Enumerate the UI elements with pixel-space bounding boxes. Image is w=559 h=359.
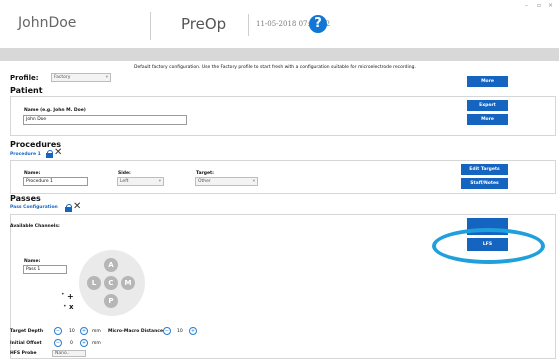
close-icon[interactable]: ✕: [73, 202, 81, 212]
pass-name-input[interactable]: Pass 1: [23, 265, 67, 274]
plus-icon[interactable]: +: [80, 327, 88, 335]
patient-more-button[interactable]: More: [467, 114, 508, 125]
minimize-button[interactable]: –: [525, 2, 528, 9]
micro-macro-label: Micro-Macro Distance: [108, 329, 163, 334]
target-value: Other: [198, 179, 211, 184]
mode-title: PreOp: [181, 15, 227, 33]
side-select[interactable]: Left ▾: [117, 177, 164, 186]
passes-title: Passes: [10, 194, 41, 203]
probe-select[interactable]: Nano..: [52, 350, 86, 357]
initial-offset-value: 0: [70, 341, 73, 346]
close-icon[interactable]: ✕: [54, 148, 62, 158]
chevron-down-icon: ▾: [158, 179, 161, 184]
dot-marker: •: [63, 303, 67, 310]
plus-icon[interactable]: +: [80, 339, 88, 347]
header-bar: [0, 48, 559, 61]
target-depth-label: Target Depth: [10, 329, 44, 334]
help-icon[interactable]: ?: [309, 15, 327, 33]
user-name: JohnDoe: [18, 15, 77, 31]
header-divider: [150, 12, 151, 40]
dot-marker: •: [61, 291, 65, 298]
channel-p-button[interactable]: P: [104, 294, 118, 308]
x-icon[interactable]: x: [69, 303, 74, 311]
patient-name-label: Name (e.g. John M. Doe): [24, 108, 86, 113]
close-button[interactable]: ×: [548, 2, 553, 9]
channel-c-button[interactable]: C: [104, 276, 118, 290]
maximize-button[interactable]: ▫: [537, 2, 541, 9]
channel-l-button[interactable]: L: [87, 276, 101, 290]
side-value: Left: [120, 179, 129, 184]
initial-offset-label: Initial Offset: [10, 341, 42, 346]
edit-targets-button[interactable]: Edit Targets: [461, 164, 508, 175]
profile-label: Profile:: [10, 74, 39, 82]
available-channels-label: Available Channels:: [10, 224, 60, 229]
channel-a-button[interactable]: A: [104, 258, 118, 272]
pass-name-label: Name:: [24, 259, 41, 264]
minus-icon[interactable]: −: [163, 327, 171, 335]
procedure-tab[interactable]: Procedure 1: [10, 152, 41, 157]
chevron-down-icon: ▾: [105, 75, 108, 80]
lock-icon[interactable]: [46, 150, 53, 158]
target-depth-unit: mm: [92, 329, 101, 334]
profile-description: Default factory configuration. Use the F…: [134, 65, 416, 70]
patient-name-input[interactable]: John Doe: [23, 115, 187, 125]
header-divider-2: [248, 14, 249, 36]
pass-config-tab[interactable]: Pass Configuration: [10, 205, 58, 210]
probe-label: HFS Probe: [10, 351, 37, 356]
patient-title: Patient: [10, 86, 43, 95]
profile-select[interactable]: Factory ▾: [51, 73, 111, 82]
minus-icon[interactable]: −: [54, 339, 62, 347]
highlight-circle: [432, 228, 545, 264]
target-label: Target:: [196, 171, 214, 176]
procedure-name-input[interactable]: Procedure 1: [23, 177, 88, 186]
procedure-name-label: Name:: [24, 171, 41, 176]
micro-macro-value: 10: [177, 329, 183, 334]
side-label: Side:: [118, 171, 131, 176]
initial-offset-unit: mm: [92, 341, 101, 346]
profile-value: Factory: [54, 75, 71, 80]
staff-notes-button[interactable]: Staff/Notes: [461, 178, 508, 189]
minus-icon[interactable]: −: [54, 327, 62, 335]
target-depth-value: 10: [69, 329, 75, 334]
channel-m-button[interactable]: M: [121, 276, 135, 290]
target-select[interactable]: Other ▾: [195, 177, 258, 186]
lock-icon[interactable]: [65, 204, 72, 212]
profile-more-button[interactable]: More: [467, 76, 508, 87]
chevron-down-icon: ▾: [252, 179, 255, 184]
plus-icon[interactable]: +: [189, 327, 197, 335]
plus-icon[interactable]: +: [67, 292, 74, 301]
export-button[interactable]: Export: [467, 100, 508, 111]
